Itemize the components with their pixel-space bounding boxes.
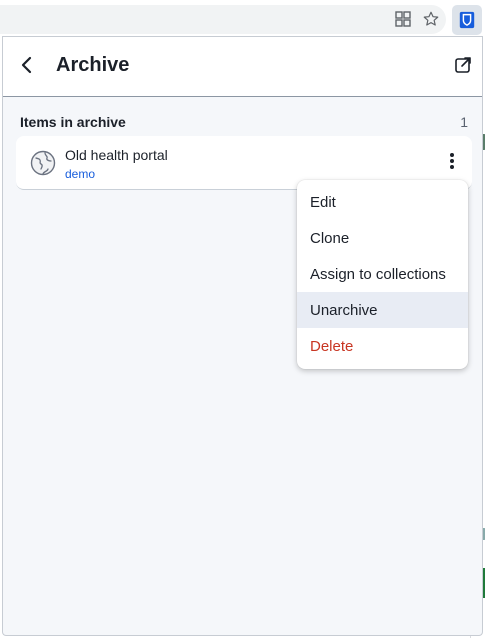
section-header: Items in archive 1 xyxy=(20,114,468,130)
extension-popup: Archive Items in archive 1 Old health po… xyxy=(2,36,483,636)
popout-button[interactable] xyxy=(452,56,474,78)
chevron-left-icon xyxy=(19,55,35,80)
address-bar[interactable] xyxy=(0,5,446,34)
browser-toolbar xyxy=(0,0,485,36)
item-subtitle: demo xyxy=(65,167,96,181)
globe-icon xyxy=(30,150,56,176)
menu-item-clone[interactable]: Clone xyxy=(297,220,468,256)
bitwarden-extension-icon[interactable] xyxy=(452,5,482,35)
item-name[interactable]: Old health portal xyxy=(65,147,168,163)
item-count: 1 xyxy=(460,114,468,130)
menu-item-assign-to-collections[interactable]: Assign to collections xyxy=(297,256,468,292)
menu-item-edit[interactable]: Edit xyxy=(297,184,468,220)
star-icon[interactable] xyxy=(420,8,442,30)
popout-icon xyxy=(454,56,472,79)
item-options-menu: Edit Clone Assign to collections Unarchi… xyxy=(297,180,468,369)
section-title: Items in archive xyxy=(20,114,126,130)
extensions-grid-icon[interactable] xyxy=(392,8,414,30)
more-options-button[interactable] xyxy=(441,151,463,175)
page-title: Archive xyxy=(56,54,130,76)
popup-header: Archive xyxy=(3,37,482,97)
kebab-menu-icon xyxy=(449,152,455,175)
back-button[interactable] xyxy=(15,55,39,79)
menu-item-delete[interactable]: Delete xyxy=(297,328,468,364)
menu-item-unarchive[interactable]: Unarchive xyxy=(297,292,468,328)
